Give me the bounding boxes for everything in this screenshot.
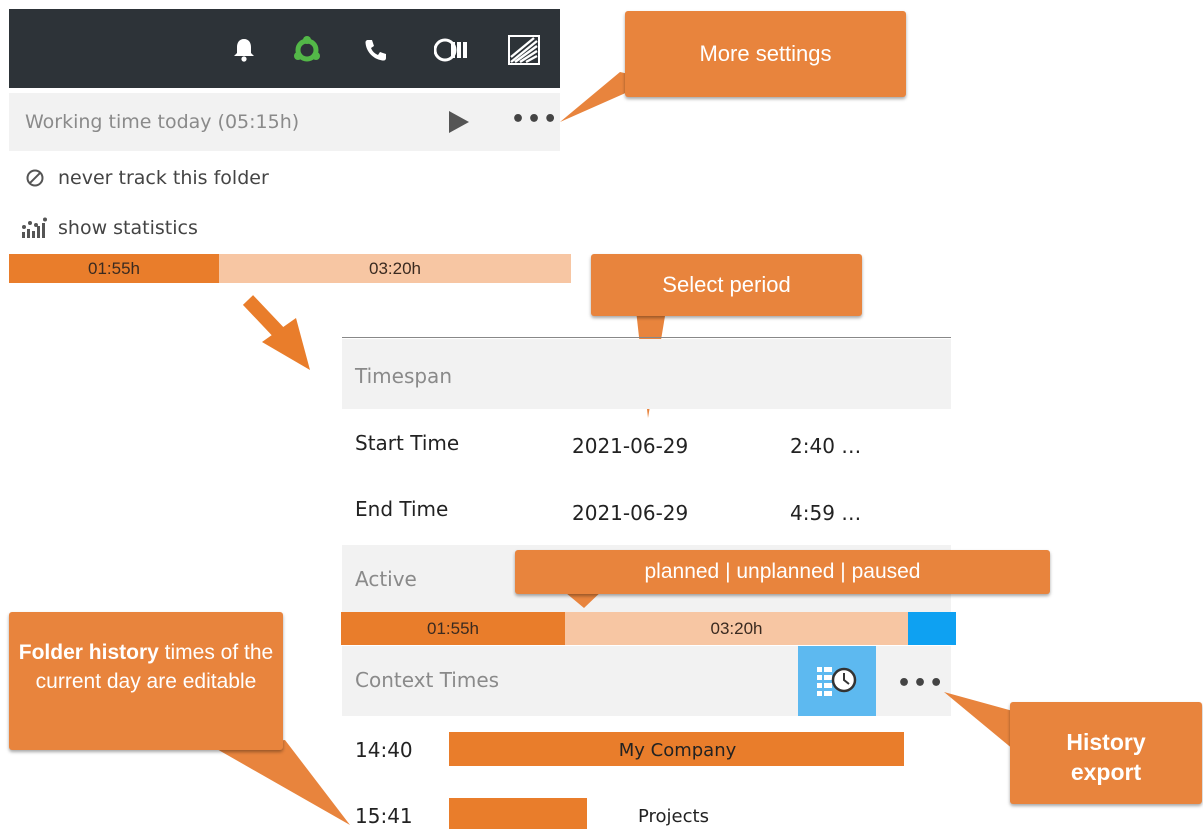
callout-pointer: [215, 740, 365, 829]
context-row-label: Projects: [638, 806, 709, 827]
tracker-menu: never track this folder show statistics: [12, 158, 412, 248]
working-time-row: Working time today (05:15h) •••: [9, 93, 560, 151]
callout-text: planned | unplanned | paused: [644, 560, 921, 583]
paused-segment: [908, 612, 956, 645]
unplanned-segment: 03:20h: [219, 254, 571, 283]
phone-icon[interactable]: [361, 35, 391, 65]
unplanned-segment: 03:20h: [565, 612, 908, 645]
context-times-label: Context Times: [355, 668, 500, 692]
menu-item-label: show statistics: [58, 217, 198, 239]
time-bar-active: 01:55h 03:20h: [341, 612, 956, 645]
timespan-label: Timespan: [355, 364, 452, 388]
timespan-header: Timespan: [342, 339, 951, 409]
more-settings-callout: More settings: [625, 11, 906, 97]
folder-history-callout: Folder history times of the current day …: [9, 612, 283, 750]
planned-segment: 01:55h: [9, 254, 219, 283]
start-date-field[interactable]: 2021-06-29: [572, 434, 688, 458]
context-more-options-icon[interactable]: •••: [897, 673, 945, 695]
planned-segment: 01:55h: [341, 612, 565, 645]
divider: [342, 337, 951, 338]
no-entry-icon: [12, 168, 58, 188]
statistics-icon: [12, 217, 58, 239]
callout-text: Select period: [662, 272, 791, 297]
menu-item-never-track[interactable]: never track this folder: [12, 158, 412, 198]
app-toolbar: [9, 9, 560, 88]
stripes-logo-icon[interactable]: [506, 35, 542, 65]
callout-line-1: History: [1066, 729, 1146, 755]
history-export-button[interactable]: [798, 646, 876, 716]
context-times-header: Context Times •••: [342, 646, 951, 716]
history-export-callout: History export: [1010, 702, 1202, 804]
context-row-label: My Company: [618, 740, 737, 761]
more-options-icon[interactable]: •••: [511, 109, 559, 131]
active-label: Active: [355, 567, 417, 591]
context-row-bar[interactable]: [449, 798, 587, 829]
end-time-label: End Time: [355, 497, 449, 521]
end-time-field[interactable]: 4:59 …: [790, 501, 861, 525]
menu-item-show-statistics[interactable]: show statistics: [12, 208, 412, 248]
sync-icon[interactable]: [292, 35, 322, 65]
coin-stack-icon[interactable]: [434, 35, 472, 65]
end-date-field[interactable]: 2021-06-29: [572, 501, 688, 525]
states-callout: planned | unplanned | paused: [515, 550, 1050, 594]
working-time-label: Working time today (05:15h): [25, 111, 300, 133]
callout-text: Folder history times of the current day …: [9, 638, 283, 696]
callout-bold-text: Folder history: [18, 641, 159, 664]
arrow-down-right-icon: [240, 292, 320, 381]
start-time-field[interactable]: 2:40 …: [790, 434, 861, 458]
menu-item-label: never track this folder: [58, 167, 269, 189]
select-period-callout: Select period: [591, 254, 862, 316]
callout-text: More settings: [699, 41, 832, 66]
time-bar-top: 01:55h 03:20h: [9, 254, 571, 283]
callout-line-2: export: [1070, 759, 1142, 785]
bell-icon[interactable]: [229, 35, 259, 65]
start-time-label: Start Time: [355, 431, 460, 455]
play-icon[interactable]: [449, 111, 469, 133]
history-clock-icon: [817, 667, 857, 696]
